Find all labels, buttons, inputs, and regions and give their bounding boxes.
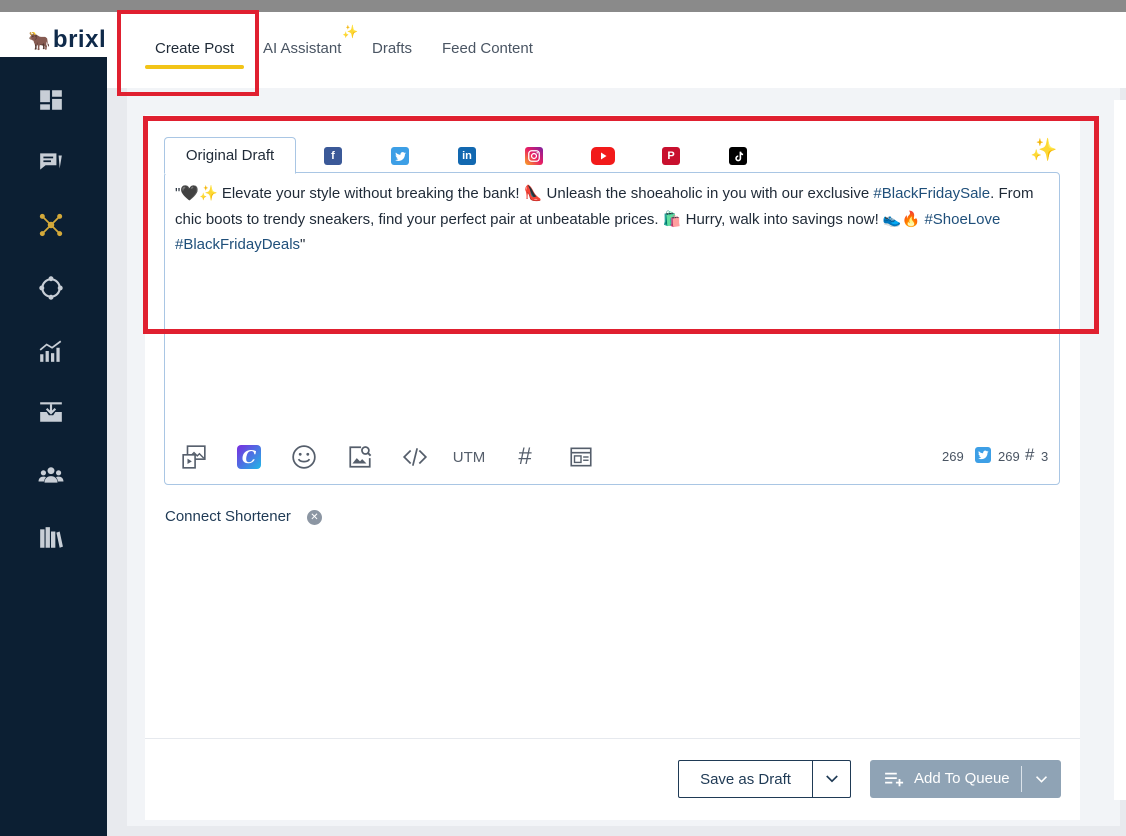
button-divider bbox=[1021, 766, 1022, 792]
twitter-character-count: 269 bbox=[998, 449, 1020, 464]
target-icon[interactable] bbox=[36, 273, 66, 303]
download-icon[interactable] bbox=[36, 397, 66, 427]
library-icon[interactable] bbox=[36, 523, 66, 553]
analytics-icon[interactable] bbox=[36, 336, 66, 366]
chevron-down-icon bbox=[1035, 775, 1047, 783]
hashtag-count: 3 bbox=[1041, 449, 1049, 464]
hashtag-button[interactable]: # bbox=[511, 443, 539, 471]
sidebar bbox=[0, 57, 107, 836]
save-as-draft-button[interactable]: Save as Draft bbox=[678, 760, 813, 798]
twitter-count-icon bbox=[975, 447, 991, 463]
brand-name: brixl bbox=[52, 26, 107, 53]
embed-code-icon[interactable] bbox=[401, 443, 429, 471]
tab-feed-content[interactable]: Feed Content bbox=[442, 40, 533, 57]
queue-dropdown-button[interactable] bbox=[1028, 768, 1054, 790]
tab-original-draft[interactable]: Original Draft bbox=[164, 137, 296, 174]
footer-divider bbox=[145, 738, 1080, 739]
canva-icon[interactable]: C bbox=[235, 443, 263, 471]
save-draft-dropdown-button[interactable] bbox=[812, 760, 851, 798]
logo-area: 🐂brixl bbox=[0, 12, 107, 57]
template-icon[interactable] bbox=[567, 443, 595, 471]
tab-ai-assistant[interactable]: AI Assistant bbox=[263, 40, 341, 57]
network-icon[interactable] bbox=[36, 210, 66, 240]
compose-icon[interactable] bbox=[36, 147, 66, 177]
utm-button[interactable]: UTM bbox=[452, 443, 486, 471]
highlight-box-create-post bbox=[117, 10, 259, 96]
media-upload-icon[interactable] bbox=[180, 443, 208, 471]
dashboard-icon[interactable] bbox=[36, 85, 66, 115]
hashtag-count-icon: # bbox=[1025, 445, 1035, 464]
bull-logo-icon: 🐂 bbox=[28, 31, 51, 51]
emoji-icon[interactable] bbox=[290, 443, 318, 471]
character-count: 269 bbox=[942, 449, 964, 464]
add-to-queue-label: Add To Queue bbox=[914, 770, 1010, 787]
add-to-queue-button[interactable]: Add To Queue bbox=[870, 760, 1061, 798]
right-panel-edge bbox=[1114, 100, 1126, 800]
close-icon[interactable]: ✕ bbox=[307, 510, 322, 525]
chevron-down-icon bbox=[825, 775, 838, 783]
queue-add-icon bbox=[885, 772, 904, 787]
tab-drafts[interactable]: Drafts bbox=[372, 40, 412, 57]
ai-sparkle-icon: ✨ bbox=[342, 24, 359, 39]
team-icon[interactable] bbox=[36, 460, 66, 490]
header-tabs: Create Post AI Assistant Drafts Feed Con… bbox=[107, 12, 1126, 88]
connect-shortener-link[interactable]: Connect Shortener bbox=[165, 508, 291, 525]
image-search-icon[interactable] bbox=[346, 443, 374, 471]
brand-logo[interactable]: 🐂brixl bbox=[28, 26, 106, 54]
